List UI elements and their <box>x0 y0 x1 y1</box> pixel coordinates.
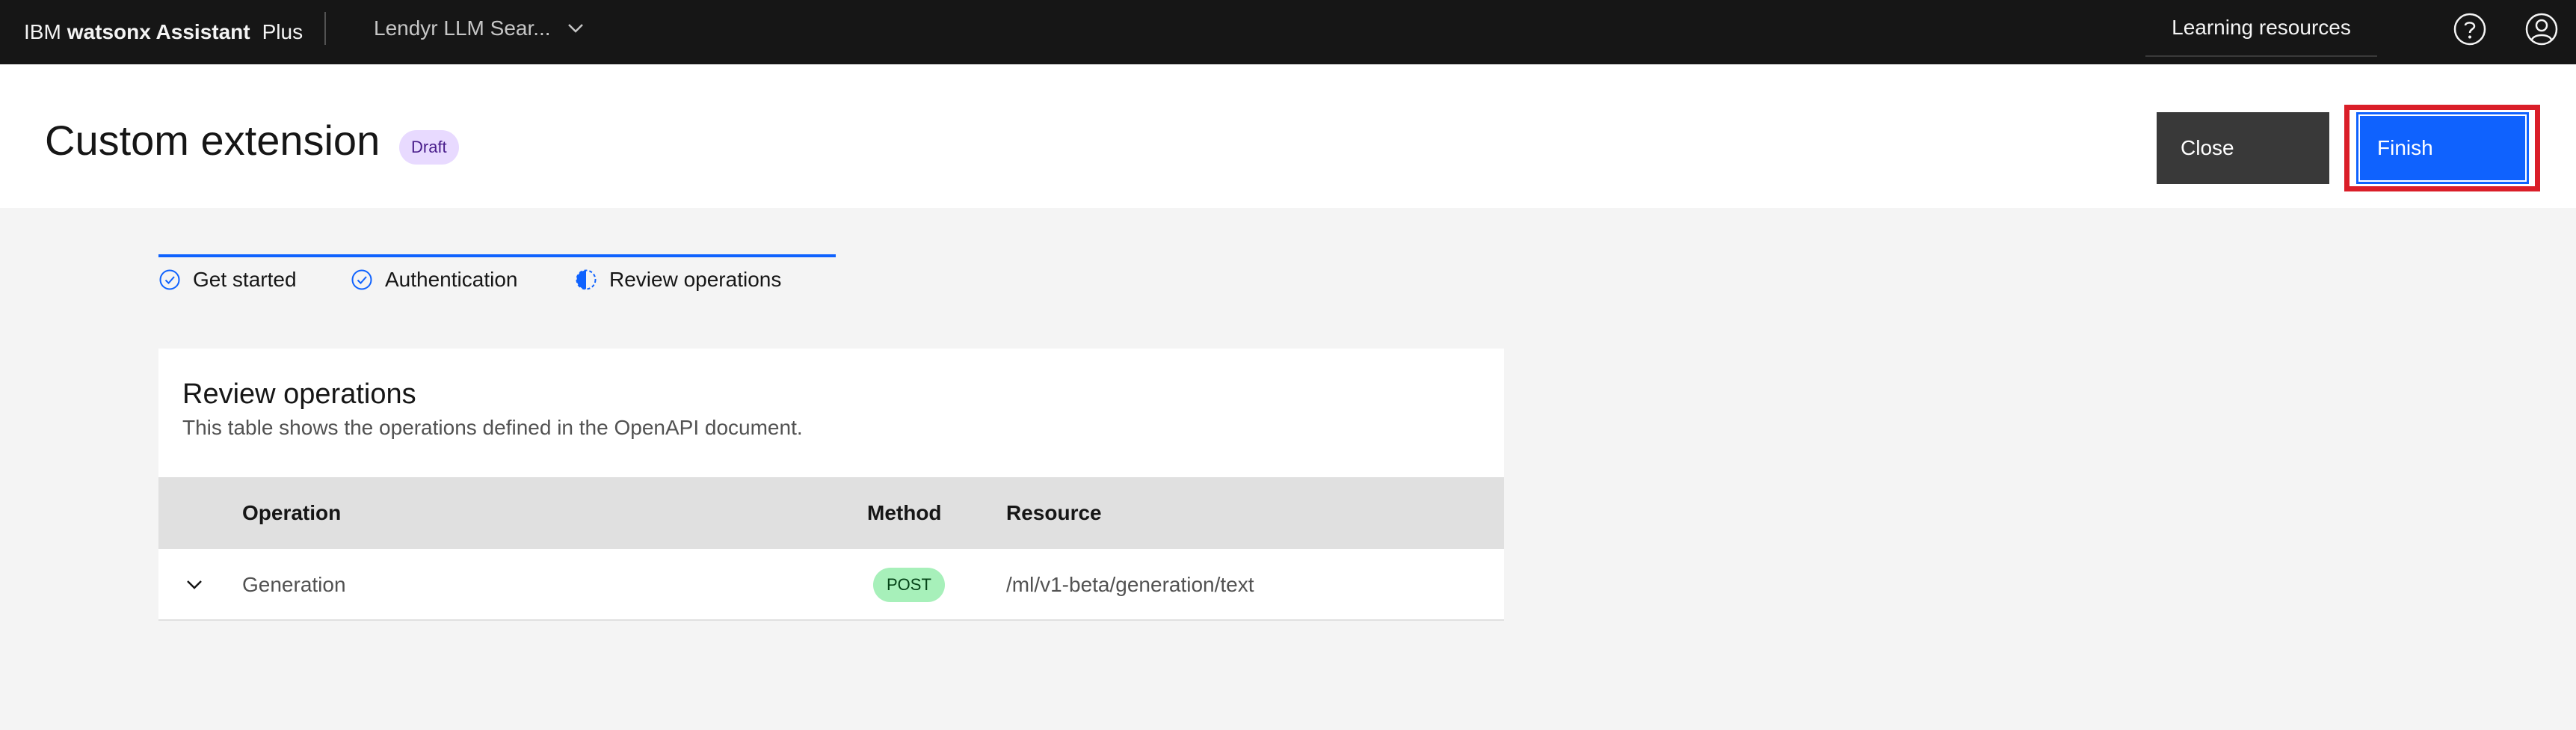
brand-name: watsonx Assistant <box>67 20 250 43</box>
operation-cell: Generation <box>242 573 346 596</box>
status-badge: Draft <box>399 130 459 165</box>
header-divider <box>324 12 326 45</box>
checkmark-circle-icon <box>159 269 180 290</box>
card-description: This table shows the operations defined … <box>182 416 803 439</box>
card-title: Review operations <box>182 378 416 410</box>
column-header-resource: Resource <box>1006 501 1102 524</box>
table-header: Operation Method Resource <box>158 477 1504 549</box>
assistant-name: Lendyr LLM Sear... <box>374 16 551 40</box>
column-header-operation: Operation <box>242 501 342 524</box>
review-operations-card: Review operations This table shows the o… <box>158 349 1504 621</box>
top-header: IBM watsonx Assistant Plus Lendyr LLM Se… <box>0 0 2576 64</box>
column-header-method: Method <box>867 501 942 524</box>
user-profile-button[interactable] <box>2523 10 2560 48</box>
step-review-operations[interactable]: Review operations <box>575 268 781 292</box>
method-cell: POST <box>873 549 945 621</box>
assistant-switcher[interactable]: Lendyr LLM Sear... <box>374 0 584 57</box>
step-get-started[interactable]: Get started <box>158 268 297 292</box>
progress-line <box>158 254 836 257</box>
chevron-down-icon <box>187 580 202 589</box>
progress-indicator: Get started Authentication Review operat… <box>158 254 836 299</box>
close-button[interactable]: Close <box>2157 112 2329 184</box>
finish-button[interactable]: Finish <box>2356 112 2529 184</box>
page-header: Custom extension Draft Close Finish <box>0 64 2576 208</box>
step-label: Review operations <box>609 268 782 291</box>
brand-plan: Plus <box>262 20 303 43</box>
method-tag: POST <box>873 568 945 602</box>
help-button[interactable] <box>2451 10 2489 48</box>
checkmark-circle-icon <box>351 269 372 290</box>
product-name[interactable]: IBM watsonx Assistant Plus <box>24 0 303 64</box>
expand-row-button[interactable] <box>178 568 211 601</box>
chevron-down-icon <box>567 24 583 33</box>
page-title: Custom extension <box>45 117 380 164</box>
step-label: Authentication <box>385 268 518 291</box>
incomplete-circle-icon <box>576 269 597 290</box>
step-authentication[interactable]: Authentication <box>351 268 517 292</box>
learning-resources-link[interactable]: Learning resources <box>2145 0 2377 57</box>
help-icon <box>2453 13 2486 46</box>
step-label: Get started <box>193 268 297 291</box>
user-avatar-icon <box>2525 13 2558 46</box>
brand-prefix: IBM <box>24 20 61 43</box>
table-row[interactable]: Generation POST /ml/v1-beta/generation/t… <box>158 549 1504 621</box>
resource-cell: /ml/v1-beta/generation/text <box>1006 573 1254 596</box>
